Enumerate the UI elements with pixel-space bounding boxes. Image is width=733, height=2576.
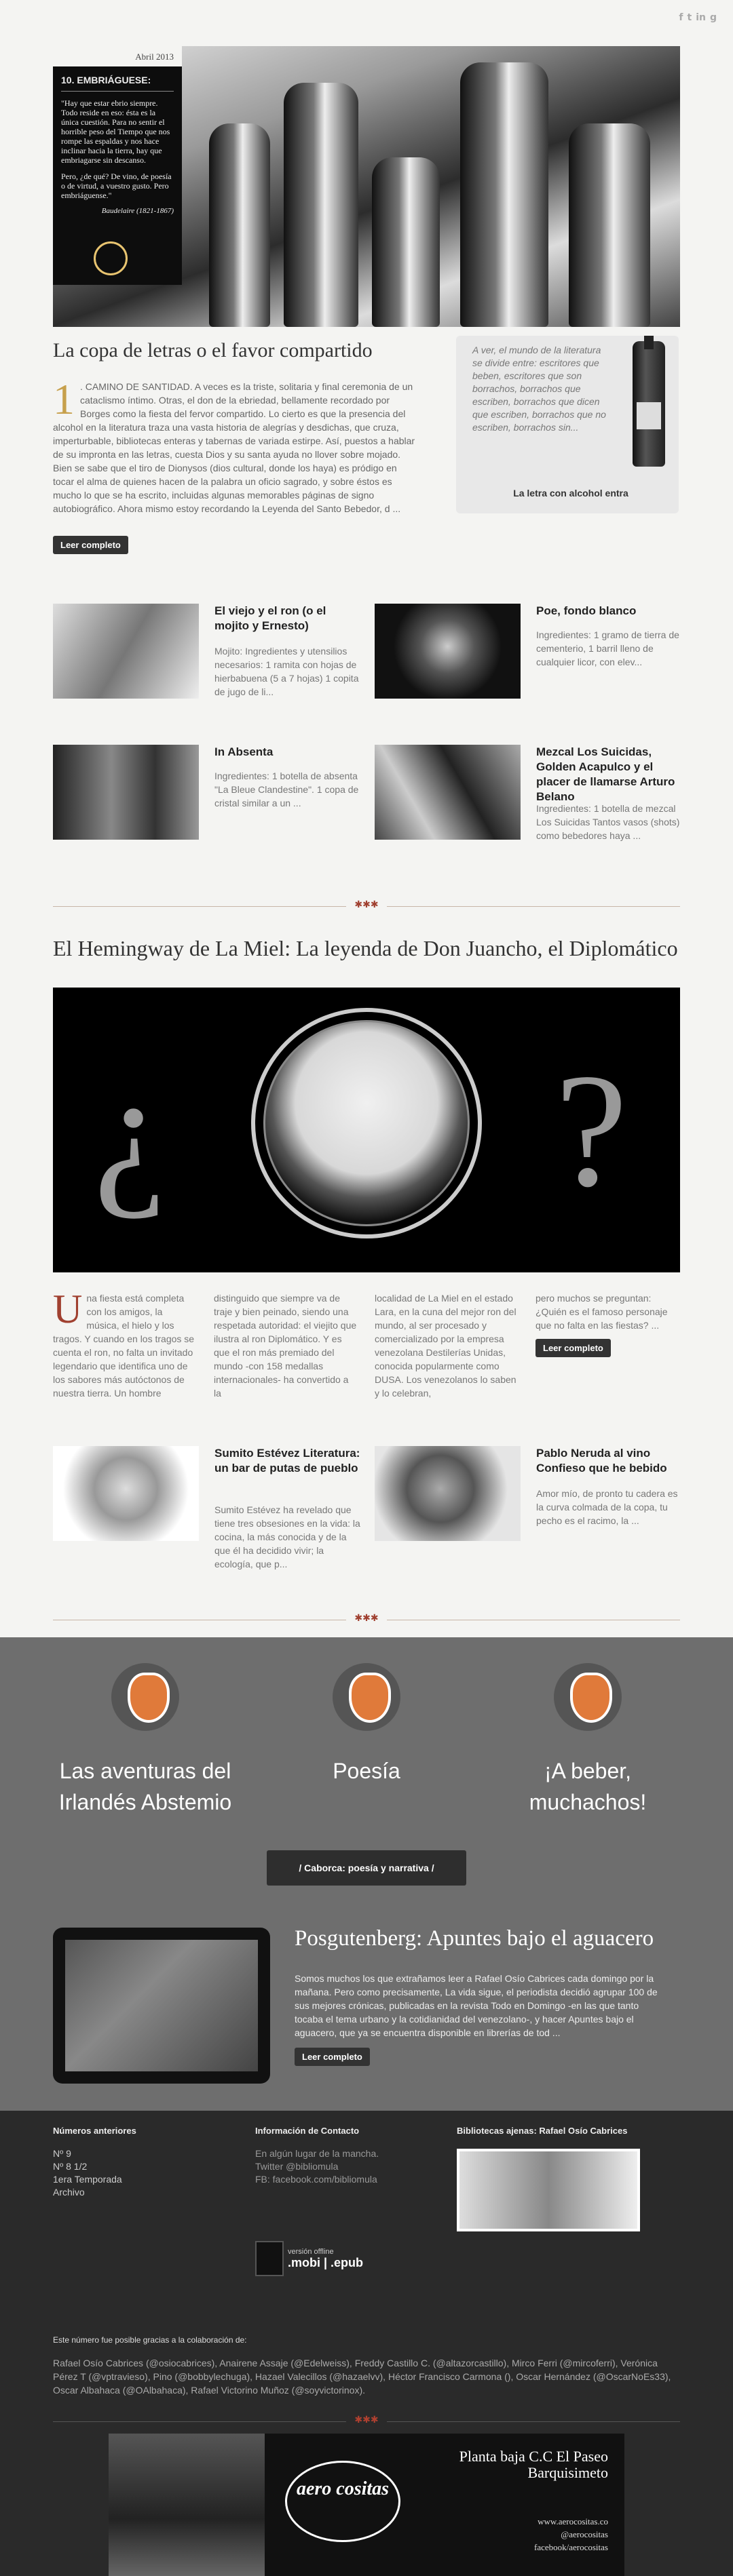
article-card[interactable]: Poe, fondo blanco Ingredientes: 1 gramo …	[375, 604, 687, 699]
article-title[interactable]: Pablo Neruda al vino Confieso que he beb…	[536, 1446, 685, 1476]
previous-issues-heading: Números anteriores	[53, 2126, 136, 2136]
epigraph-text: Pero, ¿de qué? De vino, de poesía o de v…	[61, 172, 172, 200]
heart-icon[interactable]	[111, 1663, 179, 1731]
drop-cap: U	[53, 1287, 83, 1331]
article-excerpt: Mojito: Ingredientes y utensilios necesa…	[214, 646, 359, 697]
bottle-image	[460, 62, 548, 327]
read-more-button[interactable]: Leer completo	[535, 1339, 611, 1357]
bottle-image	[209, 123, 270, 327]
mule-logo-icon	[94, 241, 128, 275]
section-link-a-beber[interactable]: ¡A beber, muchachos!	[486, 1755, 690, 1818]
article-excerpt: Amor mío, de pronto tu cadera es la curv…	[536, 1488, 678, 1526]
article-image[interactable]	[53, 1446, 199, 1541]
hero-banner: Abril 2013 10. EMBRIÁGUESE: "Hay que est…	[53, 46, 680, 327]
epigraph-card: Abril 2013 10. EMBRIÁGUESE: "Hay que est…	[53, 46, 182, 285]
previous-issues-list: Nº 9 Nº 8 1/2 1era Temporada Archivo	[53, 2147, 122, 2199]
lead-text: . CAMINO DE SANTIDAD. A veces es la tris…	[53, 381, 415, 514]
main-article-lead: 1. CAMINO DE SANTIDAD. A veces es la tri…	[53, 375, 419, 554]
bottle-image	[633, 336, 665, 467]
article-image[interactable]	[53, 745, 199, 840]
credits: Este número fue posible gracias a la col…	[53, 2333, 680, 2397]
article-card[interactable]: Sumito Estévez Literatura: un bar de put…	[53, 1446, 365, 1569]
kindle-icon	[255, 2241, 284, 2276]
download-links[interactable]: .mobi | .epub	[288, 2256, 363, 2269]
main-article-title[interactable]: La copa de letras o el favor compartido	[53, 339, 373, 362]
library-photo[interactable]	[457, 2149, 640, 2231]
sponsor-address: Planta baja C.C El Paseo Barquisimeto	[459, 2448, 608, 2481]
sponsor-artwork	[109, 2434, 265, 2576]
posgutenberg-text: Somos muchos los que extrañamos leer a R…	[295, 1972, 665, 2066]
credits-text: Rafael Osío Cabrices (@osiocabrices), An…	[53, 2358, 671, 2396]
article-title[interactable]: Mezcal Los Suicidas, Golden Acapulco y e…	[536, 745, 685, 804]
read-more-button[interactable]: Leer completo	[53, 536, 128, 554]
drop-cap: 1	[53, 375, 75, 423]
article-image[interactable]	[375, 604, 521, 699]
section-link-poesia[interactable]: Poesía	[265, 1755, 468, 1787]
libraries-heading: Bibliotecas ajenas: Rafael Osío Cabrices	[457, 2126, 628, 2136]
googleplus-icon[interactable]: g	[710, 12, 717, 23]
feature-title[interactable]: El Hemingway de La Miel: La leyenda de D…	[53, 936, 678, 961]
contact-heading: Información de Contacto	[255, 2126, 360, 2136]
article-excerpt: Sumito Estévez ha revelado que tiene tre…	[214, 1504, 360, 1569]
issue-date: Abril 2013	[53, 46, 182, 66]
issue-link[interactable]: 1era Temporada	[53, 2173, 122, 2186]
feature-image[interactable]: ¿ ?	[53, 988, 680, 1272]
issue-link[interactable]: Nº 9	[53, 2147, 122, 2160]
portrait-medallion	[251, 1008, 482, 1238]
quote-label[interactable]: La letra con alcohol entra	[472, 488, 669, 499]
bottle-image	[372, 157, 440, 327]
bottle-image	[569, 123, 650, 327]
section-divider: ✱✱✱	[0, 1613, 733, 1626]
epigraph-author: Baudelaire (1821-1867)	[101, 207, 174, 215]
heart-icon[interactable]	[333, 1663, 400, 1731]
sponsor-logo: aero cositas	[285, 2461, 400, 2542]
quote-text: A ver, el mundo de la literatura se divi…	[472, 345, 606, 433]
article-title[interactable]: El viejo y el ron (o el mojito y Ernesto…	[214, 604, 364, 633]
epigraph-title: 10. EMBRIÁGUESE:	[61, 75, 174, 92]
offline-version[interactable]: versión offline .mobi | .epub	[255, 2241, 363, 2276]
page: f t in g Abril 2013 10. EMBRIÁGUESE: "Ha…	[0, 0, 733, 2576]
quote-box: A ver, el mundo de la literatura se divi…	[456, 336, 679, 513]
article-title[interactable]: Poe, fondo blanco	[536, 604, 685, 619]
epigraph-text: "Hay que estar ebrio siempre. Todo resid…	[61, 98, 170, 165]
facebook-icon[interactable]: f	[679, 12, 683, 23]
article-card[interactable]: Pablo Neruda al vino Confieso que he beb…	[375, 1446, 687, 1541]
article-image[interactable]	[375, 1446, 521, 1541]
article-card[interactable]: Mezcal Los Suicidas, Golden Acapulco y e…	[375, 745, 687, 841]
linkedin-icon[interactable]: in	[696, 12, 706, 23]
section-divider: ✱✱✱	[0, 899, 733, 913]
article-card[interactable]: El viejo y el ron (o el mojito y Ernesto…	[53, 604, 365, 699]
twitter-link[interactable]: Twitter @bibliomula	[255, 2160, 379, 2173]
bottle-image	[284, 83, 358, 327]
posgutenberg-title[interactable]: Posgutenberg: Apuntes bajo el aguacero	[295, 1926, 654, 1951]
twitter-icon[interactable]: t	[688, 12, 692, 23]
tablet-image	[53, 1928, 270, 2084]
contact-info: En algún lugar de la mancha. Twitter @bi…	[255, 2148, 379, 2186]
archive-link[interactable]: Archivo	[53, 2186, 122, 2199]
article-excerpt: Ingredientes: 1 gramo de tierra de cemen…	[536, 629, 679, 667]
article-excerpt: Ingredientes: 1 botella de absenta "La B…	[214, 770, 359, 808]
facebook-link[interactable]: FB: facebook.com/bibliomula	[255, 2173, 379, 2186]
section-link-irlandes[interactable]: Las aventuras del Irlandés Abstemio	[43, 1755, 247, 1818]
article-title[interactable]: Sumito Estévez Literatura: un bar de put…	[214, 1446, 364, 1476]
credits-heading: Este número fue posible gracias a la col…	[53, 2335, 247, 2345]
article-image[interactable]	[375, 745, 521, 840]
heart-icon[interactable]	[554, 1663, 622, 1731]
question-mark-icon: ¿	[94, 1040, 166, 1220]
sponsor-contact: www.aerocositas.co @aerocositas facebook…	[533, 2516, 608, 2552]
section-divider: ✱✱✱	[0, 2415, 733, 2428]
sponsor-banner[interactable]: aero cositas Planta baja C.C El Paseo Ba…	[109, 2434, 624, 2576]
read-more-button[interactable]: Leer completo	[295, 2048, 370, 2066]
caborca-button[interactable]: / Caborca: poesía y narrativa /	[267, 1850, 466, 1886]
article-card[interactable]: In Absenta Ingredientes: 1 botella de ab…	[53, 745, 365, 840]
article-image[interactable]	[53, 604, 199, 699]
issue-link[interactable]: Nº 8 1/2	[53, 2160, 122, 2173]
social-links: f t in g	[679, 12, 717, 23]
article-excerpt: Ingredientes: 1 botella de mezcal Los Su…	[536, 803, 680, 841]
question-mark-icon: ?	[555, 1040, 628, 1220]
article-title[interactable]: In Absenta	[214, 745, 364, 760]
